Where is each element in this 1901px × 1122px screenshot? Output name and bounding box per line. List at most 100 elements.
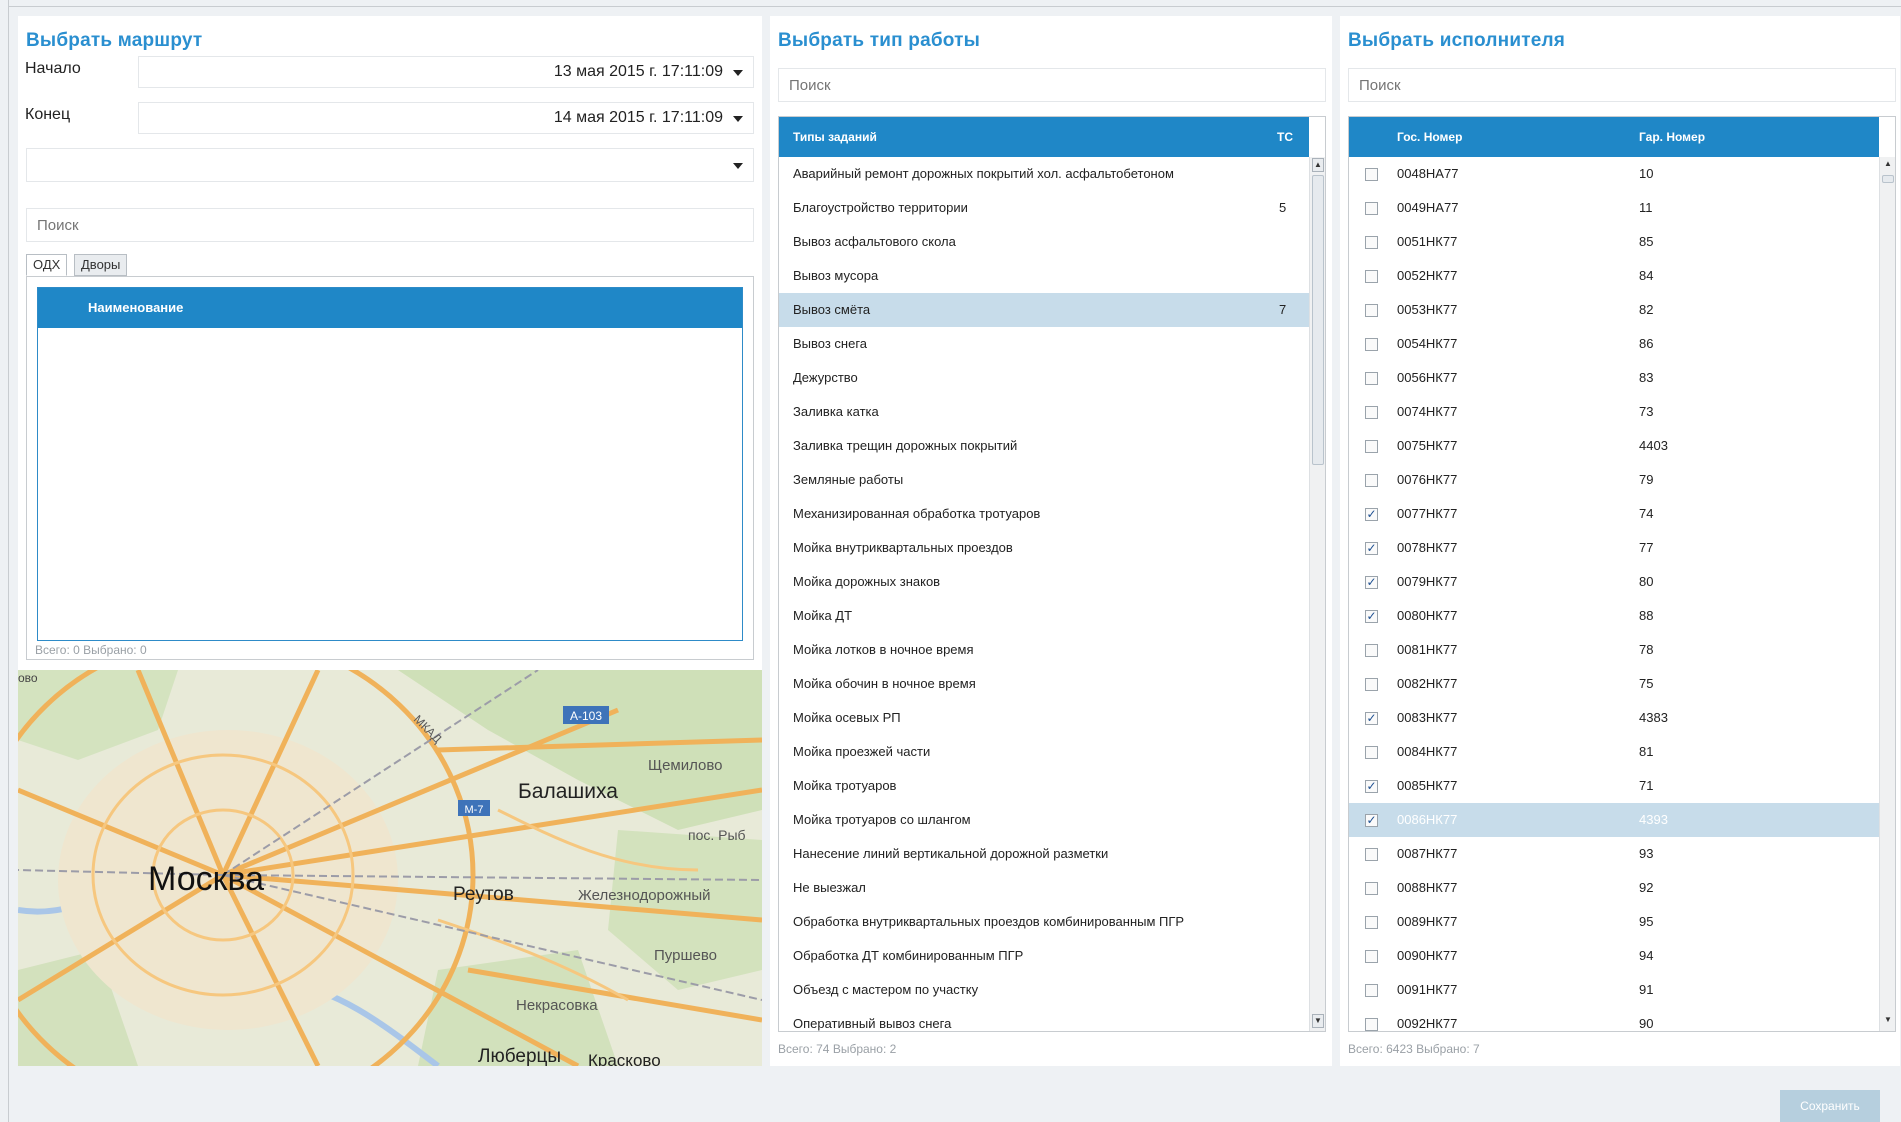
checkbox[interactable] [1365, 406, 1378, 419]
work-type-search-input[interactable] [778, 68, 1326, 102]
checkbox-checked[interactable]: ✓ [1365, 814, 1378, 827]
table-row[interactable]: 0081НК77 78 [1349, 633, 1879, 667]
table-row[interactable]: Обработка внутриквартальных проездов ком… [779, 905, 1309, 939]
executor-search-input[interactable] [1348, 68, 1896, 102]
route-list-header[interactable]: Наименование [38, 288, 742, 328]
checkbox-checked[interactable]: ✓ [1365, 780, 1378, 793]
checkbox[interactable] [1365, 848, 1378, 861]
checkbox-checked[interactable]: ✓ [1365, 542, 1378, 555]
checkbox-checked[interactable]: ✓ [1365, 576, 1378, 589]
route-list[interactable]: Наименование [37, 287, 743, 641]
scroll-thumb[interactable] [1882, 175, 1894, 183]
checkbox[interactable] [1365, 882, 1378, 895]
table-row[interactable]: 0051НК77 85 [1349, 225, 1879, 259]
col-work-type[interactable]: Типы заданий [793, 117, 877, 157]
table-row[interactable]: Мойка лотков в ночное время [779, 633, 1309, 667]
table-row[interactable]: 0090НК77 94 [1349, 939, 1879, 973]
table-row[interactable]: 0049НА77 11 [1349, 191, 1879, 225]
table-row[interactable]: Мойка тротуаров со шлангом [779, 803, 1309, 837]
checkbox[interactable] [1365, 950, 1378, 963]
table-row[interactable]: ✓ 0083НК77 4383 [1349, 701, 1879, 735]
scroll-up-icon[interactable]: ▲ [1312, 158, 1324, 172]
checkbox[interactable] [1365, 916, 1378, 929]
save-button[interactable]: Сохранить [1780, 1090, 1880, 1122]
table-row[interactable]: 0048НА77 10 [1349, 157, 1879, 191]
checkbox-checked[interactable]: ✓ [1365, 610, 1378, 623]
table-row[interactable]: 0074НК77 73 [1349, 395, 1879, 429]
table-row[interactable]: Вывоз снега [779, 327, 1309, 361]
checkbox[interactable] [1365, 440, 1378, 453]
table-row[interactable]: Нанесение линий вертикальной дорожной ра… [779, 837, 1309, 871]
start-date-picker[interactable]: 13 мая 2015 г. 17:11:09 [138, 56, 754, 88]
checkbox[interactable] [1365, 746, 1378, 759]
table-row[interactable]: Мойка проезжей части [779, 735, 1309, 769]
checkbox[interactable] [1365, 304, 1378, 317]
table-row[interactable]: Мойка дорожных знаков [779, 565, 1309, 599]
table-row[interactable]: 0084НК77 81 [1349, 735, 1879, 769]
table-row[interactable]: Аварийный ремонт дорожных покрытий хол. … [779, 157, 1309, 191]
end-date-picker[interactable]: 14 мая 2015 г. 17:11:09 [138, 102, 754, 134]
table-row[interactable]: 0053НК77 82 [1349, 293, 1879, 327]
route-search-input[interactable] [26, 208, 754, 242]
table-row[interactable]: 0091НК77 91 [1349, 973, 1879, 1007]
table-row[interactable]: Механизированная обработка тротуаров [779, 497, 1309, 531]
table-row[interactable]: ✓ 0077НК77 74 [1349, 497, 1879, 531]
scroll-up-icon[interactable]: ▲ [1882, 158, 1894, 172]
route-select[interactable] [26, 148, 754, 182]
table-row[interactable]: 0056НК77 83 [1349, 361, 1879, 395]
table-row[interactable]: Оперативный вывоз снега [779, 1007, 1309, 1031]
col-gar-number[interactable]: Гар. Номер [1639, 117, 1705, 157]
checkbox-checked[interactable]: ✓ [1365, 712, 1378, 725]
checkbox[interactable] [1365, 338, 1378, 351]
table-row[interactable]: 0075НК77 4403 [1349, 429, 1879, 463]
checkbox[interactable] [1365, 168, 1378, 181]
table-row[interactable]: 0092НК77 90 [1349, 1007, 1879, 1031]
checkbox[interactable] [1365, 984, 1378, 997]
table-row[interactable]: Вывоз смёта 7 [779, 293, 1309, 327]
table-row[interactable]: ✓ 0085НК77 71 [1349, 769, 1879, 803]
executor-scrollbar[interactable]: ▲ ▼ [1879, 157, 1895, 1031]
table-row[interactable]: ✓ 0079НК77 80 [1349, 565, 1879, 599]
tab-dvory[interactable]: Дворы [74, 254, 128, 276]
table-row[interactable]: Не выезжал [779, 871, 1309, 905]
tab-odh[interactable]: ОДХ [26, 254, 68, 276]
table-row[interactable]: Объезд с мастером по участку [779, 973, 1309, 1007]
table-row[interactable]: Мойка обочин в ночное время [779, 667, 1309, 701]
map-view[interactable]: А-103 М-7 МКАД Москва Балашиха Реутов Же… [18, 670, 762, 1066]
table-row[interactable]: ✓ 0086НК77 4393 [1349, 803, 1879, 837]
checkbox[interactable] [1365, 202, 1378, 215]
table-row[interactable]: ✓ 0078НК77 77 [1349, 531, 1879, 565]
table-row[interactable]: Заливка катка [779, 395, 1309, 429]
table-row[interactable]: Мойка внутриквартальных проездов [779, 531, 1309, 565]
checkbox[interactable] [1365, 1018, 1378, 1031]
table-row[interactable]: Заливка трещин дорожных покрытий [779, 429, 1309, 463]
table-row[interactable]: Мойка тротуаров [779, 769, 1309, 803]
checkbox[interactable] [1365, 678, 1378, 691]
table-row[interactable]: 0052НК77 84 [1349, 259, 1879, 293]
checkbox[interactable] [1365, 270, 1378, 283]
scroll-down-icon[interactable]: ▼ [1882, 1014, 1894, 1028]
table-row[interactable]: 0054НК77 86 [1349, 327, 1879, 361]
checkbox-checked[interactable]: ✓ [1365, 508, 1378, 521]
scroll-down-icon[interactable]: ▼ [1312, 1014, 1324, 1028]
table-row[interactable]: Дежурство [779, 361, 1309, 395]
checkbox[interactable] [1365, 236, 1378, 249]
table-row[interactable]: Мойка осевых РП [779, 701, 1309, 735]
work-type-scrollbar[interactable]: ▲ ▼ [1309, 157, 1325, 1031]
table-row[interactable]: 0089НК77 95 [1349, 905, 1879, 939]
col-gos-number[interactable]: Гос. Номер [1397, 117, 1462, 157]
checkbox[interactable] [1365, 474, 1378, 487]
checkbox[interactable] [1365, 644, 1378, 657]
table-row[interactable]: Благоустройство территории 5 [779, 191, 1309, 225]
table-row[interactable]: Земляные работы [779, 463, 1309, 497]
table-row[interactable]: Вывоз мусора [779, 259, 1309, 293]
table-row[interactable]: Вывоз асфальтового скола [779, 225, 1309, 259]
scroll-thumb[interactable] [1312, 175, 1324, 465]
table-row[interactable]: ✓ 0080НК77 88 [1349, 599, 1879, 633]
table-row[interactable]: Мойка ДТ [779, 599, 1309, 633]
checkbox[interactable] [1365, 372, 1378, 385]
col-ts[interactable]: ТС [1277, 117, 1293, 157]
table-row[interactable]: 0082НК77 75 [1349, 667, 1879, 701]
table-row[interactable]: 0087НК77 93 [1349, 837, 1879, 871]
table-row[interactable]: 0076НК77 79 [1349, 463, 1879, 497]
